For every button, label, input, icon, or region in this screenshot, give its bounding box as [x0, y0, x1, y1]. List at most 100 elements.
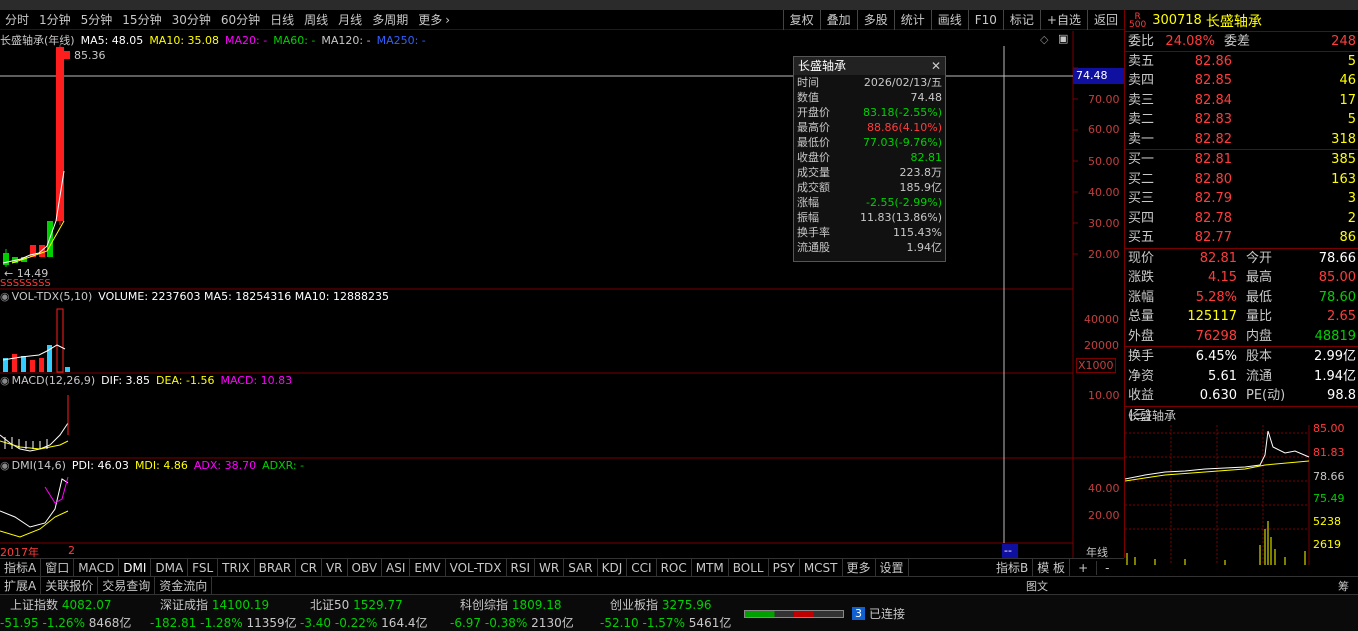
bid-row[interactable]: 买三 82.79 3 [1125, 189, 1358, 209]
ask-row[interactable]: 卖二 82.83 5 [1125, 110, 1358, 130]
vol-toggle-icon[interactable]: ◉ [0, 290, 10, 303]
vol-title[interactable]: VOL-TDX(5,10) [12, 290, 93, 303]
index-chg: -51.95 [0, 615, 39, 630]
bid-row[interactable]: 买二 82.80 163 [1125, 170, 1358, 190]
indicator-tab[interactable]: WR [535, 558, 565, 577]
extension-tab[interactable]: 扩展A [0, 576, 42, 595]
indicator-tab[interactable]: BOLL [729, 558, 769, 577]
ask-row[interactable]: 卖一 82.82 318 [1125, 130, 1358, 150]
level-label: 卖三 [1128, 92, 1155, 108]
window-toggle-icon[interactable]: ▣ [1058, 32, 1068, 45]
tool-biaoji[interactable]: 标记 [1002, 10, 1040, 30]
index-name-value[interactable]: 北证50 1529.77 [310, 596, 460, 613]
bid-row[interactable]: 买五 82.77 86 [1125, 228, 1358, 248]
macd-toggle-icon[interactable]: ◉ [0, 374, 10, 387]
indicator-tab[interactable]: FSL [188, 558, 219, 577]
dmi-toggle-icon[interactable]: ◉ [0, 459, 10, 472]
period-15min[interactable]: 15分钟 [122, 11, 161, 28]
period-5min[interactable]: 5分钟 [81, 11, 113, 28]
period-60min[interactable]: 60分钟 [221, 11, 260, 28]
indicator-tab[interactable]: CCI [627, 558, 657, 577]
zoom-out-button[interactable]: - [1097, 561, 1117, 575]
extension-tab[interactable]: 关联报价 [41, 576, 99, 595]
period-multi[interactable]: 多周期 [372, 11, 408, 28]
tool-diejia[interactable]: 叠加 [819, 10, 857, 30]
period-week[interactable]: 周线 [304, 11, 328, 28]
indicator-tab[interactable]: MTM [692, 558, 729, 577]
period-1min[interactable]: 1分钟 [39, 11, 71, 28]
tool-fanhui[interactable]: 返回 [1086, 10, 1124, 30]
tool-fuquan[interactable]: 复权 [782, 10, 820, 30]
tab-chouma[interactable]: 筹 [1338, 578, 1349, 594]
indicator-tab[interactable]: DMA [151, 558, 189, 577]
indicator-tab[interactable]: PSY [769, 558, 800, 577]
indicator-tab[interactable]: ROC [657, 558, 692, 577]
zoom-in-button[interactable]: + [1070, 560, 1098, 575]
close-icon[interactable]: ✕ [931, 57, 945, 75]
tab-template[interactable]: 模 板 [1033, 559, 1071, 576]
tool-tongji[interactable]: 统计 [893, 10, 931, 30]
period-30min[interactable]: 30分钟 [172, 11, 211, 28]
index-value: 14100.19 [211, 597, 270, 612]
tool-f10[interactable]: F10 [967, 10, 1003, 30]
indicator-tab[interactable]: KDJ [598, 558, 628, 577]
tab-tuwen[interactable]: 图文 [1026, 578, 1048, 594]
ask-row[interactable]: 卖四 82.85 46 [1125, 71, 1358, 91]
extension-tab[interactable]: 资金流向 [155, 576, 213, 595]
tool-duogu[interactable]: 多股 [856, 10, 894, 30]
indicator-tab[interactable]: DMI [119, 558, 152, 577]
indicator-tab[interactable]: 窗口 [41, 558, 75, 577]
index-name-value[interactable]: 科创综指 1809.18 [460, 596, 610, 613]
extension-tab[interactable]: 交易查询 [98, 576, 156, 595]
period-more[interactable]: 更多 › [418, 11, 450, 28]
market-indicator: 3 已连接 [744, 605, 905, 622]
dmi-title[interactable]: DMI(14,6) [12, 459, 66, 472]
stat-label: 股本 [1246, 349, 1273, 364]
dmi-adxr-label: ADXR: - [262, 459, 305, 472]
period-day[interactable]: 日线 [270, 11, 294, 28]
indicator-tab[interactable]: RSI [507, 558, 536, 577]
ask-row[interactable]: 卖三 82.84 17 [1125, 91, 1358, 111]
period-month[interactable]: 月线 [338, 11, 362, 28]
index-name-value[interactable]: 上证指数 4082.07 [10, 596, 160, 613]
indicator-tab[interactable]: VOL-TDX [446, 558, 507, 577]
indicator-tab[interactable]: MACD [74, 558, 120, 577]
kline-header: 长盛轴承(年线) MA5: 48.05 MA10: 35.08 MA20: - … [0, 32, 426, 48]
indicator-tab[interactable]: ASI [382, 558, 411, 577]
stat-row: 涨跌 4.15 最高 85.00 [1125, 268, 1358, 288]
indicator-tab[interactable]: EMV [410, 558, 446, 577]
connect-status[interactable]: 已连接 [869, 605, 905, 622]
tooltip-key: 开盘价 [797, 106, 830, 119]
bid-row[interactable]: 买四 82.78 2 [1125, 209, 1358, 229]
period-fenshi[interactable]: 分时 [5, 11, 29, 28]
ask-row[interactable]: 卖五 82.86 5 [1125, 52, 1358, 72]
index-name-value[interactable]: 深证成指 14100.19 [160, 596, 310, 613]
level-price: 82.77 [1194, 230, 1232, 245]
bid-row[interactable]: 买一 82.81 385 [1125, 150, 1358, 170]
ma60-label: MA60: - [273, 33, 316, 47]
tool-huaxian[interactable]: 画线 [930, 10, 968, 30]
indicator-tab[interactable]: SAR [564, 558, 598, 577]
macd-title[interactable]: MACD(12,26,9) [12, 374, 96, 387]
index-name-value[interactable]: 创业板指 3275.96 [610, 596, 760, 613]
indicator-tab[interactable]: MCST [800, 558, 843, 577]
stat-label: 现价 [1128, 250, 1155, 266]
index-name: 创业板指 [610, 597, 659, 612]
indicator-tab[interactable]: VR [322, 558, 348, 577]
tool-zixuan[interactable]: +自选 [1039, 10, 1087, 30]
indicator-tab[interactable]: CR [296, 558, 322, 577]
indicator-tab[interactable]: BRAR [255, 558, 297, 577]
indicator-tab[interactable]: OBV [348, 558, 383, 577]
tooltip-title: 长盛轴承 [798, 59, 847, 73]
level-volume: 5 [1347, 112, 1356, 127]
stat-value: 48819 [1314, 328, 1356, 344]
index-changes-row: -51.95 -1.26% 8468亿 -182.81 -1.28% 11359亿… [0, 613, 1358, 631]
chart-title: 长盛轴承(年线) [0, 34, 75, 47]
tab-indicator-b[interactable]: 指标B [992, 559, 1034, 576]
indicator-tab[interactable]: TRIX [218, 558, 255, 577]
indicator-tab[interactable]: 更多 [843, 558, 876, 577]
period-menu-bar: 分时 1分钟 5分钟 15分钟 30分钟 60分钟 日线 周线 月线 多周期 更… [0, 10, 1124, 30]
indicator-tab[interactable]: 设置 [876, 558, 909, 577]
diamond-icon[interactable]: ◇ [1040, 33, 1048, 46]
indicator-tab[interactable]: 指标A [0, 558, 42, 577]
